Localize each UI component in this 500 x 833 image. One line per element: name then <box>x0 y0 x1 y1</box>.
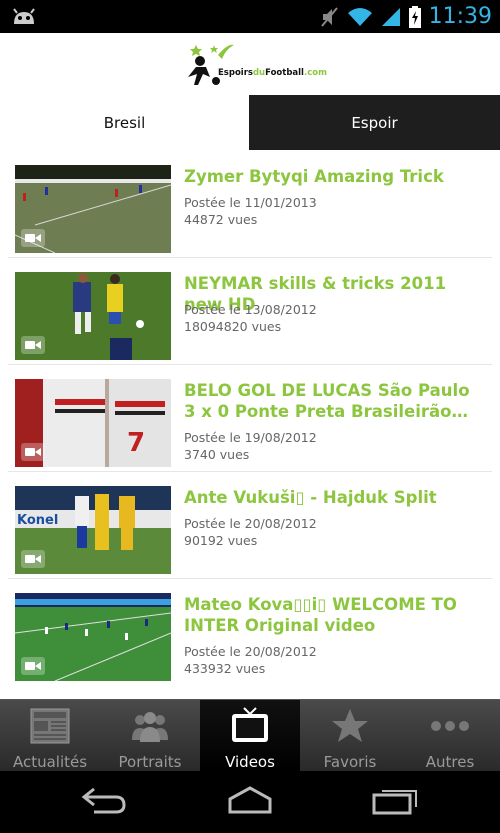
video-list-item[interactable]: Zymer Bytyqi Amazing Trick Postée le 11/… <box>0 150 500 258</box>
video-date: Postée le 19/08/2012 <box>184 430 317 445</box>
video-date: Postée le 13/08/2012 <box>184 302 317 317</box>
nav-actualites[interactable]: Actualités <box>0 700 100 771</box>
video-list-item[interactable]: Mateo Kova▯▯i▯ WELCOME TO INTER Original… <box>0 578 500 685</box>
video-title: BELO GOL DE LUCAS São Paulo 3 x 0 Ponte … <box>184 381 470 421</box>
nav-videos[interactable]: Videos <box>200 700 300 771</box>
nav-autres[interactable]: Autres <box>400 700 500 771</box>
nav-portraits[interactable]: Portraits <box>100 700 200 771</box>
video-camera-icon <box>21 229 45 247</box>
newspaper-icon <box>30 708 70 744</box>
star-icon <box>332 709 368 742</box>
recent-apps-icon[interactable] <box>372 785 420 815</box>
video-camera-icon <box>21 550 45 568</box>
video-thumbnail: 7 <box>15 379 171 467</box>
app-header: EspoirsduFootball.com <box>0 33 500 95</box>
tv-icon <box>232 707 268 742</box>
clock: 11:39 <box>428 4 492 29</box>
video-title: Zymer Bytyqi Amazing Trick <box>184 167 444 186</box>
wifi-icon <box>347 7 372 26</box>
video-camera-icon <box>21 336 45 354</box>
home-icon[interactable] <box>226 785 274 815</box>
bottom-nav: Actualités Portraits Videos Favoris Autr… <box>0 699 500 771</box>
svg-text:7: 7 <box>127 428 145 458</box>
video-list-item[interactable]: NEYMAR skills & tricks 2011 new HD Posté… <box>0 257 500 365</box>
video-views: 18094820 vues <box>184 319 282 334</box>
svg-text:Konel: Konel <box>17 513 58 528</box>
tab-espoir[interactable]: Espoir <box>249 95 500 150</box>
nav-favoris[interactable]: Favoris <box>300 700 400 771</box>
video-list-item[interactable]: Konel Ante Vukuši▯ - Hajduk Split Postée… <box>0 471 500 579</box>
video-list-item[interactable]: 7 BELO GOL DE LUCAS São Paulo 3 x 0 Pont… <box>0 364 500 472</box>
video-title: Ante Vukuši▯ - Hajduk Split <box>184 488 437 507</box>
battery-icon <box>408 5 421 28</box>
video-views: 44872 vues <box>184 212 258 227</box>
status-bar: 11:39 <box>0 0 500 33</box>
more-icon <box>431 721 469 731</box>
video-date: Postée le 11/01/2013 <box>184 195 317 210</box>
people-icon <box>132 712 168 742</box>
mute-icon <box>320 6 338 27</box>
video-date: Postée le 20/08/2012 <box>184 644 317 659</box>
video-thumbnail <box>15 165 171 253</box>
android-notification-icon <box>13 8 35 24</box>
video-thumbnail: Konel <box>15 486 171 574</box>
tab-bresil[interactable]: Bresil <box>0 95 249 150</box>
video-list[interactable]: Zymer Bytyqi Amazing Trick Postée le 11/… <box>0 150 500 699</box>
app-logo: EspoirsduFootball.com <box>186 41 327 89</box>
video-views: 433932 vues <box>184 661 266 676</box>
signal-icon <box>381 7 400 26</box>
category-tabs: Bresil Espoir <box>0 95 500 150</box>
video-date: Postée le 20/08/2012 <box>184 516 317 531</box>
video-title: Mateo Kova▯▯i▯ WELCOME TO INTER Original… <box>184 595 457 635</box>
video-camera-icon <box>21 443 45 461</box>
video-thumbnail <box>15 272 171 360</box>
video-views: 90192 vues <box>184 533 258 548</box>
back-icon[interactable] <box>80 785 128 815</box>
video-camera-icon <box>21 657 45 675</box>
video-views: 3740 vues <box>184 447 250 462</box>
system-navigation-bar <box>0 771 500 833</box>
video-thumbnail <box>15 593 171 681</box>
